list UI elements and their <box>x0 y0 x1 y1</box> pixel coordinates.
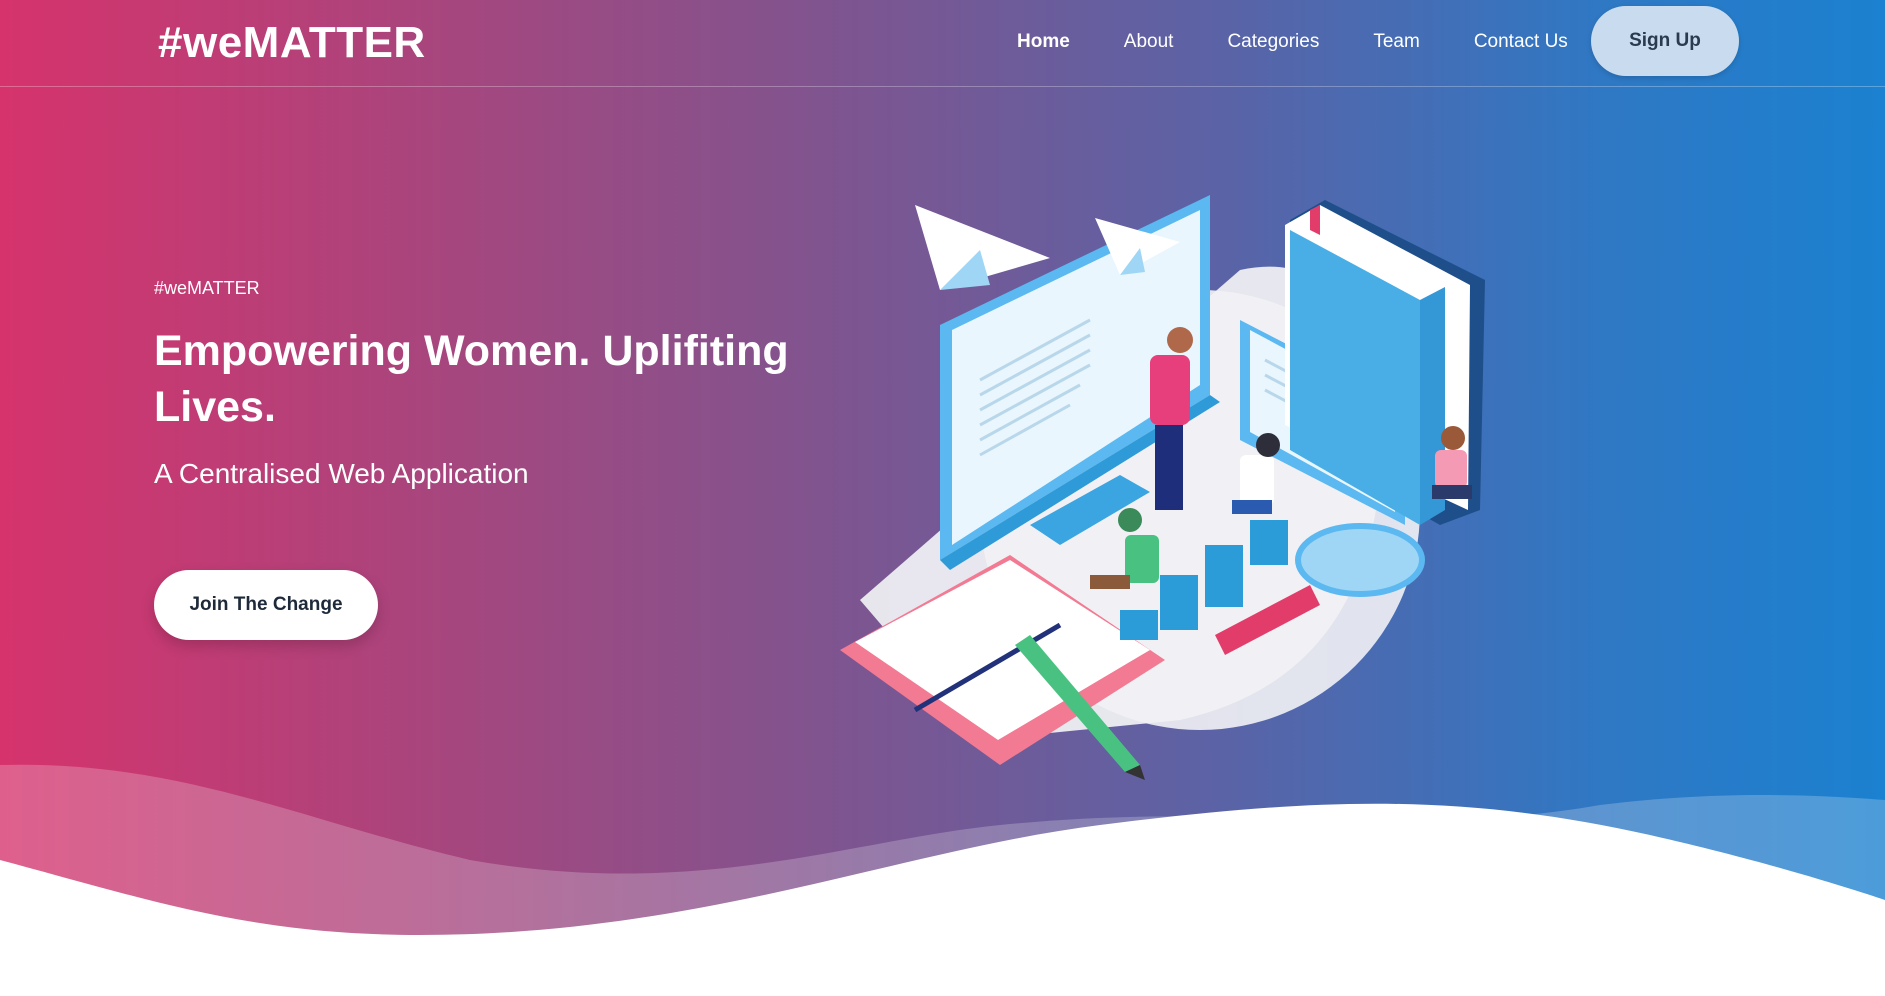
nav-link-home[interactable]: Home <box>1017 31 1070 53</box>
nav-links: Home About Categories Team Contact Us <box>990 0 1595 84</box>
navbar: #weMATTER Home About Categories Team Con… <box>0 0 1885 87</box>
hero-subheadline: A Centralised Web Application <box>154 458 529 489</box>
nav-link-categories[interactable]: Categories <box>1227 31 1319 53</box>
nav-link-contact[interactable]: Contact Us <box>1474 31 1568 53</box>
hero-illustration <box>840 195 1485 780</box>
hero-tagline: #weMATTER <box>154 278 260 298</box>
nav-link-team[interactable]: Team <box>1373 31 1419 53</box>
brand-logo[interactable]: #weMATTER <box>158 18 426 68</box>
hero-section: #weMATTER Home About Categories Team Con… <box>0 0 1885 996</box>
nav-link-about[interactable]: About <box>1124 31 1174 53</box>
sign-up-button[interactable]: Sign Up <box>1591 6 1739 76</box>
hero-headline: Empowering Women. Uplifiting Lives. <box>154 327 789 431</box>
join-the-change-button[interactable]: Join The Change <box>154 570 378 640</box>
